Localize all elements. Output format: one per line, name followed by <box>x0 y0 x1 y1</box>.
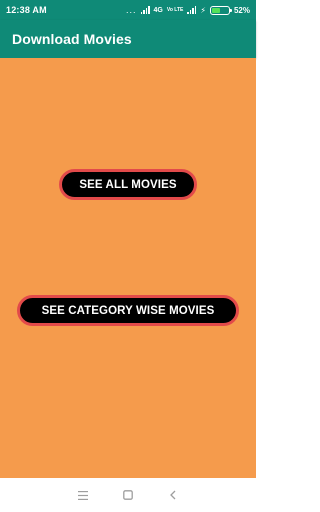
home-square-icon[interactable] <box>120 487 136 503</box>
app-title: Download Movies <box>12 31 132 47</box>
network-type: 4G <box>153 6 163 14</box>
battery-icon <box>209 5 232 15</box>
system-nav-bar <box>0 478 256 512</box>
main-content: SEE ALL MOVIES SEE CATEGORY WISE MOVIES <box>0 58 256 478</box>
see-category-wise-movies-button[interactable]: SEE CATEGORY WISE MOVIES <box>17 295 239 326</box>
app-bar: Download Movies <box>0 20 256 58</box>
see-all-movies-button[interactable]: SEE ALL MOVIES <box>59 169 197 200</box>
notification-dots: ... <box>126 5 137 15</box>
status-bar: 12:38 AM ... 4G Vo LTE ⚡ 52% <box>0 0 256 20</box>
volte-icon: Vo LTE <box>166 6 184 13</box>
battery-percent: 52% <box>233 5 250 15</box>
charging-bolt-icon: ⚡ <box>200 5 206 15</box>
menu-icon[interactable] <box>75 487 91 503</box>
status-indicators: ... 4G Vo LTE ⚡ 52% <box>126 5 250 15</box>
signal-strength-icon <box>140 6 150 14</box>
signal-strength-2-icon <box>187 6 197 14</box>
back-chevron-icon[interactable] <box>165 487 181 503</box>
battery-level <box>211 7 221 13</box>
status-time: 12:38 AM <box>6 5 47 15</box>
